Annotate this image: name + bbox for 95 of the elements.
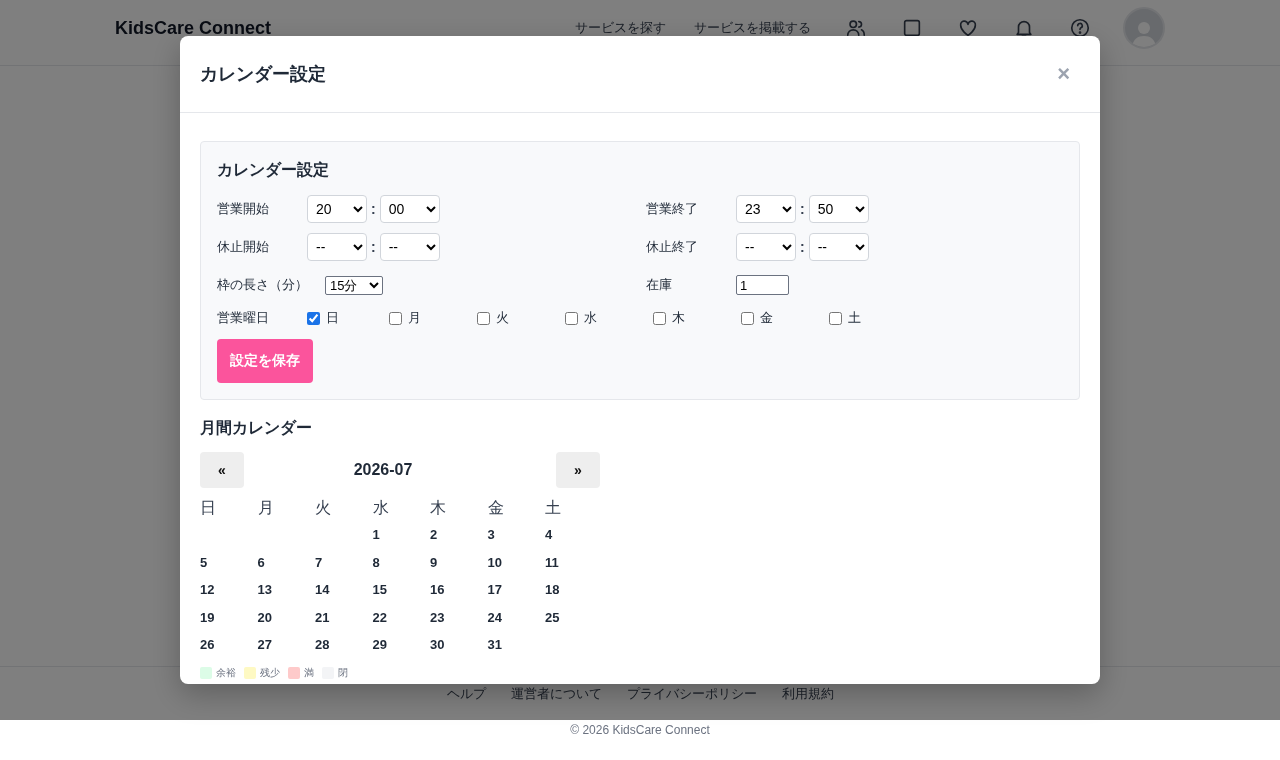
weekday-label: 日	[200, 498, 217, 518]
day-number: 22	[372, 610, 388, 627]
day-number: 3	[487, 528, 496, 544]
help-icon[interactable]	[1069, 17, 1091, 39]
footer-link[interactable]: 利用規約	[781, 685, 834, 703]
weekday-label: 木	[430, 498, 447, 518]
day-checkbox[interactable]	[307, 311, 320, 325]
hour-select[interactable]: 23	[736, 195, 796, 223]
day-number: 16	[430, 583, 446, 599]
footer-link[interactable]: ヘルプ	[446, 685, 486, 703]
field-label: 営業開始	[217, 200, 270, 218]
day-number: 11	[545, 555, 560, 572]
day-number: 30	[430, 638, 446, 654]
day-number: 21	[315, 610, 331, 627]
day-label: 月	[408, 309, 421, 327]
day-number: 9	[430, 555, 439, 572]
day-number: 12	[200, 583, 216, 599]
field-label: 枠の長さ（分）	[217, 276, 309, 294]
weekday-label: 水	[372, 498, 390, 518]
day-number: 25	[545, 610, 561, 627]
day-number: 6	[257, 555, 266, 572]
day-label: 金	[760, 309, 773, 327]
minute-select[interactable]: 00	[379, 195, 440, 223]
day-number: 14	[315, 583, 331, 599]
section-heading: カレンダー設定	[217, 160, 330, 180]
site-logo[interactable]: KidsCare Connect	[115, 17, 272, 39]
day-label: 日	[326, 309, 339, 327]
day-number: 13	[257, 583, 273, 599]
slot-length-select[interactable]: 15分	[325, 275, 383, 295]
prev-month-button[interactable]: «	[200, 452, 244, 488]
legend-label: 満	[304, 665, 314, 680]
day-number: 27	[257, 638, 273, 654]
stock-input[interactable]: 1	[736, 275, 789, 295]
day-number: 15	[372, 583, 388, 599]
day-number: 1	[372, 528, 381, 544]
people-icon[interactable]	[845, 17, 867, 39]
field-label: 休止終了	[646, 238, 699, 256]
day-label: 水	[584, 309, 597, 327]
weekday-label: 土	[545, 498, 562, 518]
day-number: 20	[257, 610, 273, 627]
nav-link[interactable]: サービスを探す	[575, 19, 666, 37]
day-number: 26	[200, 638, 216, 654]
day-number: 19	[200, 610, 216, 627]
day-checkbox[interactable]	[477, 311, 490, 325]
next-month-button[interactable]: »	[556, 452, 600, 488]
modal-title: カレンダー設定	[200, 63, 326, 86]
day-number: 5	[200, 555, 209, 572]
day-number: 23	[430, 610, 446, 627]
day-label: 土	[848, 309, 861, 327]
day-checkbox[interactable]	[389, 311, 402, 325]
day-number: 7	[315, 555, 324, 572]
day-number: 24	[487, 610, 503, 627]
heart-icon[interactable]	[957, 17, 979, 39]
day-checkbox[interactable]	[653, 311, 666, 325]
day-label: 木	[672, 309, 685, 327]
weekday-label: 火	[315, 498, 332, 518]
day-number: 17	[487, 583, 503, 599]
minute-select[interactable]: --	[808, 233, 869, 261]
legend-label: 閉	[338, 665, 348, 680]
footer-link[interactable]: 運営者について	[510, 685, 602, 703]
minute-select[interactable]: --	[379, 233, 440, 261]
time-separator: :	[371, 239, 376, 255]
hour-select[interactable]: --	[736, 233, 796, 261]
day-number: 29	[372, 638, 388, 654]
nav-link[interactable]: サービスを掲載する	[694, 19, 811, 37]
field-label: 休止開始	[217, 238, 270, 256]
hour-select[interactable]: 20	[307, 195, 367, 223]
legend-label: 余裕	[216, 665, 236, 680]
day-number: 4	[545, 528, 554, 544]
month-label: 2026-07	[353, 461, 413, 479]
day-label: 火	[496, 309, 509, 327]
copyright-text: © 2026 KidsCare Connect	[570, 723, 710, 737]
footer-link[interactable]: プライバシーポリシー	[626, 685, 757, 703]
section-heading: 月間カレンダー	[200, 418, 313, 438]
square-icon[interactable]	[901, 17, 923, 39]
weekday-label: 月	[257, 498, 275, 518]
field-label: 営業終了	[646, 200, 699, 218]
field-label: 営業曜日	[217, 309, 270, 327]
day-number: 31	[487, 638, 503, 654]
minute-select[interactable]: 50	[808, 195, 869, 223]
time-separator: :	[800, 201, 805, 217]
legend-label: 残少	[260, 665, 280, 680]
time-separator: :	[371, 201, 376, 217]
day-checkbox[interactable]	[741, 311, 754, 325]
day-checkbox[interactable]	[565, 311, 578, 325]
day-number: 28	[315, 638, 331, 654]
day-number: 8	[372, 555, 381, 572]
day-number: 18	[545, 583, 561, 599]
time-separator: :	[800, 239, 805, 255]
day-number: 10	[487, 555, 503, 572]
field-label: 在庫	[646, 276, 673, 294]
day-checkbox[interactable]	[829, 311, 842, 325]
weekday-label: 金	[487, 498, 505, 518]
day-number: 2	[430, 528, 439, 544]
hour-select[interactable]: --	[307, 233, 367, 261]
